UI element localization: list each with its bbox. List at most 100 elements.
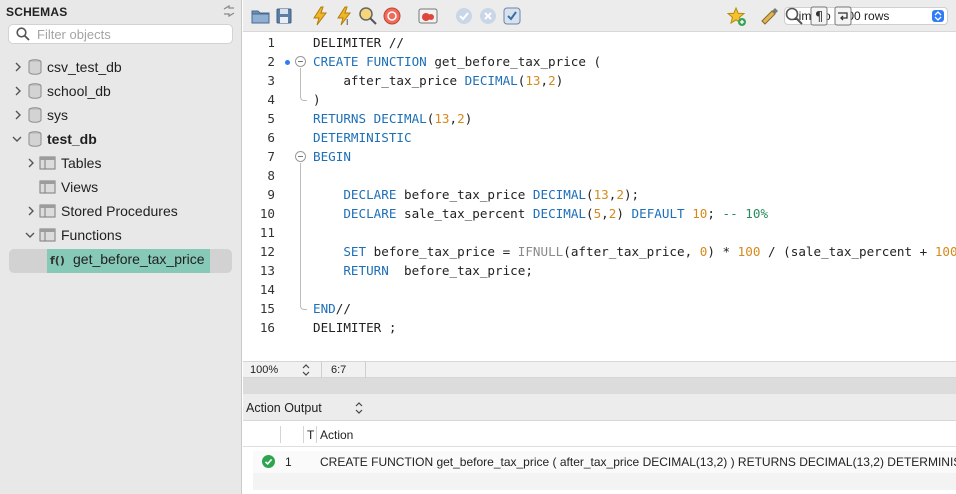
line-number: 4 (267, 92, 275, 107)
beautify-icon[interactable] (758, 5, 780, 27)
code-token: 2 (616, 187, 624, 202)
code-text: DECLARE sale_tax_percent DECIMAL(5,2) DE… (313, 204, 768, 223)
code-text: RETURN before_tax_price; (313, 261, 533, 280)
schema-item-sys[interactable]: sys (0, 105, 242, 125)
tree-label: Views (61, 179, 99, 195)
save-icon[interactable] (273, 5, 295, 27)
success-check-icon (262, 455, 275, 468)
tree-item-stored-procedures[interactable]: Stored Procedures (0, 201, 242, 221)
code-text: SET before_tax_price = IFNULL(after_tax_… (313, 242, 956, 261)
chevron-right-icon[interactable] (26, 158, 36, 168)
wrap-icon[interactable] (832, 5, 854, 27)
code-token: END (313, 301, 336, 316)
code-token: SET (343, 244, 367, 259)
commit-icon[interactable] (453, 5, 475, 27)
execute-icon[interactable] (309, 5, 331, 27)
code-token: ) * (707, 244, 738, 259)
tree-item-functions[interactable]: Functions (0, 225, 242, 245)
stop-icon[interactable] (381, 5, 403, 27)
explain-icon[interactable] (357, 5, 379, 27)
folder-icon (39, 180, 56, 194)
code-line[interactable]: 8 (243, 166, 956, 185)
code-line[interactable]: 7 BEGIN (243, 147, 956, 166)
code-line[interactable]: 5 RETURNS DECIMAL(13,2) (243, 109, 956, 128)
zoom-stepper-icon[interactable] (301, 363, 311, 377)
code-token: IFNULL (517, 244, 564, 259)
code-token: 10 (692, 206, 708, 221)
chevron-down-icon[interactable] (25, 230, 35, 240)
code-token: ; (707, 206, 723, 221)
code-line[interactable]: 16 DELIMITER ; (243, 318, 956, 337)
code-line[interactable]: 13 RETURN before_tax_price; (243, 261, 956, 280)
code-text: BEGIN (313, 147, 351, 166)
line-number: 9 (267, 187, 275, 202)
schema-item-csv-test-db[interactable]: csv_test_db (0, 57, 242, 77)
invisibles-icon[interactable]: ¶ (808, 5, 830, 27)
panel-splitter[interactable] (243, 378, 956, 394)
search-icon (16, 27, 30, 41)
cursor-position: 6:7 (331, 364, 347, 376)
column-header-t[interactable]: T (307, 428, 314, 442)
schema-item-test-db[interactable]: test_db (0, 129, 242, 149)
filter-box (8, 24, 233, 44)
output-type-select-icon[interactable] (355, 402, 363, 414)
output-row-number: 1 (285, 455, 292, 469)
chevron-right-icon[interactable] (13, 62, 23, 72)
line-number: 13 (259, 263, 275, 278)
code-text: DELIMITER ; (313, 318, 396, 337)
svg-text:I: I (346, 18, 348, 27)
find-icon[interactable] (783, 5, 805, 27)
code-token: DEFAULT (631, 206, 685, 221)
column-header-action[interactable]: Action (320, 428, 353, 442)
chevron-right-icon[interactable] (13, 110, 23, 120)
rollback-icon[interactable] (477, 5, 499, 27)
execute-selection-icon[interactable]: I (333, 5, 355, 27)
code-line[interactable]: 1 DELIMITER // (243, 33, 956, 52)
folder-icon (39, 204, 56, 218)
code-line[interactable]: 10 DECLARE sale_tax_percent DECIMAL(5,2)… (243, 204, 956, 223)
add-snippet-icon[interactable] (725, 5, 747, 27)
code-token: (after_tax_price, (563, 244, 700, 259)
code-token: ) (313, 92, 321, 107)
code-token: ) (616, 206, 632, 221)
refresh-icon[interactable] (222, 4, 236, 20)
autocommit-icon[interactable] (501, 5, 523, 27)
code-line[interactable]: 3 after_tax_price DECIMAL(13,2) (243, 71, 956, 90)
tree-label: Tables (61, 155, 102, 171)
toggle-error-icon[interactable] (417, 5, 439, 27)
line-number: 12 (259, 244, 275, 259)
code-line[interactable]: 2 CREATE FUNCTION get_before_tax_price ( (243, 52, 956, 71)
code-token: after_tax_price (313, 73, 465, 88)
filter-objects-input[interactable] (37, 26, 227, 42)
chevron-right-icon[interactable] (26, 206, 36, 216)
open-folder-icon[interactable] (250, 5, 272, 27)
sql-editor[interactable]: 1 DELIMITER // 2 CREATE FUNCTION get_before… (243, 32, 956, 361)
code-line[interactable]: 9 DECLARE before_tax_price DECIMAL(13,2)… (243, 185, 956, 204)
code-line[interactable]: 14 (243, 280, 956, 299)
output-type-label[interactable]: Action Output (246, 401, 322, 415)
code-token: before_tax_price; (388, 263, 533, 278)
code-token: get_before_tax_price ( (426, 54, 602, 69)
chevron-down-icon[interactable] (12, 134, 22, 144)
code-token: RETURNS DECIMAL (313, 111, 427, 126)
tree-item-tables[interactable]: Tables (0, 153, 242, 173)
code-line[interactable]: 11 (243, 223, 956, 242)
code-line[interactable]: 12 SET before_tax_price = IFNULL(after_t… (243, 242, 956, 261)
function-label[interactable]: get_before_tax_price (73, 251, 205, 267)
sidebar-title: SCHEMAS (6, 5, 68, 19)
tree-label: Stored Procedures (61, 203, 178, 219)
status-divider (365, 362, 366, 379)
output-row[interactable]: 1 CREATE FUNCTION get_before_tax_price (… (253, 451, 956, 473)
tree-item-views[interactable]: Views (0, 177, 242, 197)
database-icon (28, 131, 42, 147)
editor-toolbar: I Limit to 1000 rows ¶ (243, 0, 956, 32)
chevron-right-icon[interactable] (13, 86, 23, 96)
code-line[interactable]: 4) (243, 90, 956, 109)
schema-label: sys (47, 107, 68, 123)
code-line[interactable]: 15 END// (243, 299, 956, 318)
line-number: 8 (267, 168, 275, 183)
schema-item-school-db[interactable]: school_db (0, 81, 242, 101)
code-line[interactable]: 6 DETERMINISTIC (243, 128, 956, 147)
